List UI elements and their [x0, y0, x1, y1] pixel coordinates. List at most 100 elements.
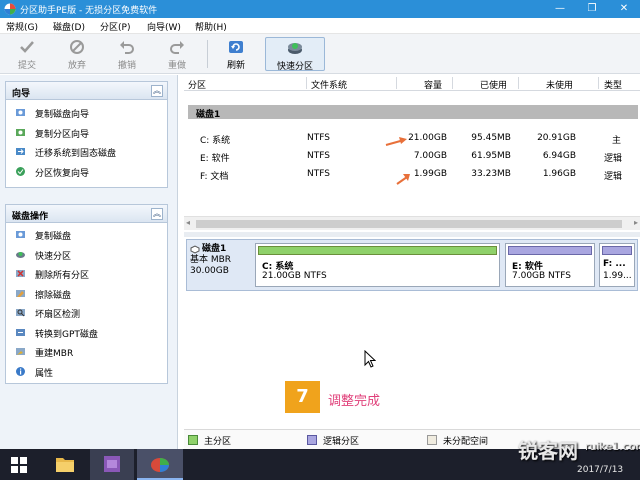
close-button[interactable]: ✕: [608, 0, 640, 18]
disk-op-label: 擦除磁盘: [35, 290, 72, 301]
cell-type: 逻辑: [604, 154, 623, 164]
quick-partition-button[interactable]: 快速分区: [265, 37, 325, 72]
wizard-item-copy-disk[interactable]: 复制磁盘向导: [6, 103, 167, 123]
partition-usage-bar: [258, 246, 497, 255]
check-icon: [20, 41, 34, 53]
disk-op-delete-all[interactable]: 删除所有分区: [6, 264, 167, 284]
partition-size: 21.00GB NTFS: [262, 271, 327, 281]
start-button[interactable]: [0, 449, 40, 480]
refresh-button[interactable]: 刷新: [216, 37, 256, 71]
disk-row[interactable]: 磁盘1: [188, 105, 638, 120]
cell-used: 33.23MB: [471, 169, 511, 179]
disk-card[interactable]: 磁盘1 基本 MBR 30.00GB C: 系统 21.00GB NTFS E:…: [186, 239, 638, 291]
col-type[interactable]: 类型: [604, 78, 622, 91]
disk-op-label: 转换到GPT磁盘: [35, 329, 98, 340]
disk-op-copy-disk[interactable]: 复制磁盘: [6, 225, 167, 245]
delete-icon: [16, 270, 25, 277]
disk-op-convert-gpt[interactable]: 转换到GPT磁盘: [6, 323, 167, 343]
scroll-left-icon[interactable]: ◂: [186, 218, 190, 227]
disk-op-rebuild-mbr[interactable]: 重建MBR: [6, 342, 167, 362]
partition-size: 7.00GB NTFS: [512, 271, 572, 281]
wizard-header: 向导 ︽: [6, 82, 167, 100]
partition-block-f[interactable]: F: ... 1.99...: [599, 243, 635, 287]
copy-partition-icon: [16, 128, 25, 136]
migrate-icon: [16, 148, 25, 155]
col-capacity[interactable]: 容量: [424, 78, 442, 91]
disk-op-properties[interactable]: 属性: [6, 362, 167, 382]
cell-filesystem: NTFS: [307, 133, 330, 143]
disk-op-quick-partition[interactable]: 快速分区: [6, 245, 167, 265]
left-panel: 向导 ︽ 复制磁盘向导 复制分区向导 迁移系统到固态磁盘 分区恢复向导 磁盘操作…: [0, 75, 178, 449]
table-row[interactable]: F: 文档 NTFS 1.99GB 33.23MB 1.96GB 逻辑: [184, 167, 640, 184]
taskbar-app-1[interactable]: [90, 449, 134, 480]
partition-block-e[interactable]: E: 软件 7.00GB NTFS: [505, 243, 595, 287]
menu-partition[interactable]: 分区(P): [100, 20, 130, 33]
undo-button[interactable]: 撤销: [107, 37, 147, 71]
taskbar-partition-assistant[interactable]: [137, 449, 183, 480]
disk-op-label: 快速分区: [35, 251, 72, 262]
cell-filesystem: NTFS: [307, 151, 330, 161]
wizard-item-copy-partition[interactable]: 复制分区向导: [6, 123, 167, 143]
col-used[interactable]: 已使用: [480, 78, 507, 91]
menu-help[interactable]: 帮助(H): [195, 20, 227, 33]
cell-used: 95.45MB: [471, 133, 511, 143]
properties-icon: [16, 366, 25, 376]
collapse-icon[interactable]: ︽: [151, 208, 163, 220]
partition-usage-bar: [602, 246, 632, 255]
disk-op-label: 删除所有分区: [35, 271, 90, 281]
scroll-right-icon[interactable]: ▸: [634, 218, 638, 227]
submit-label: 提交: [17, 61, 36, 71]
disk-row-label: 磁盘1: [196, 110, 221, 120]
wizard-section: 向导 ︽ 复制磁盘向导 复制分区向导 迁移系统到固态磁盘 分区恢复向导: [5, 81, 168, 188]
legend-label: 逻辑分区: [323, 437, 360, 447]
col-partition[interactable]: 分区: [188, 78, 206, 91]
taskbar-explorer[interactable]: [45, 449, 85, 480]
app-window: 分区助手PE版 - 无损分区免费软件 — ❐ ✕ 常规(G) 磁盘(D) 分区(…: [0, 0, 640, 449]
minimize-button[interactable]: —: [544, 0, 576, 18]
wizard-item-migrate-ssd[interactable]: 迁移系统到固态磁盘: [6, 142, 167, 162]
disk-op-wipe[interactable]: 擦除磁盘: [6, 284, 167, 304]
disk-op-label: 属性: [35, 368, 54, 379]
redo-button[interactable]: 重做: [157, 37, 197, 71]
menu-disk[interactable]: 磁盘(D): [53, 20, 85, 33]
restore-button[interactable]: ❐: [576, 0, 608, 18]
collapse-icon[interactable]: ︽: [151, 85, 163, 97]
cell-type: 逻辑: [604, 172, 623, 182]
discard-icon: [70, 40, 84, 54]
disk-op-bad-sector[interactable]: 坏扇区检测: [6, 303, 167, 323]
cell-partition: E: 软件: [200, 154, 230, 164]
disk-ops-header: 磁盘操作 ︽: [6, 205, 167, 223]
disk-icon: [190, 245, 200, 254]
menu-wizard[interactable]: 向导(W): [147, 20, 181, 33]
legend-label: 未分配空间: [443, 437, 489, 447]
disk-op-label: 重建MBR: [35, 349, 74, 359]
cell-free: 20.91GB: [537, 133, 576, 143]
toolbar: 提交 放弃 撤销 重做 刷新 快速分区: [0, 34, 640, 74]
partition-block-c[interactable]: C: 系统 21.00GB NTFS: [255, 243, 500, 287]
column-divider: [598, 77, 599, 89]
app-icon: [4, 3, 16, 15]
table-row[interactable]: E: 软件 NTFS 7.00GB 61.95MB 6.94GB 逻辑: [184, 149, 640, 166]
menu-general[interactable]: 常规(G): [6, 20, 38, 33]
col-free[interactable]: 未使用: [546, 78, 573, 91]
disk-map: 磁盘1 基本 MBR 30.00GB C: 系统 21.00GB NTFS E:…: [184, 237, 640, 429]
window-title: 分区助手PE版 - 无损分区免费软件: [20, 6, 158, 16]
col-filesystem[interactable]: 文件系统: [311, 78, 347, 91]
disk-ops-section: 磁盘操作 ︽ 复制磁盘 快速分区 删除所有分区 擦除磁盘 坏扇区检测 转换到GP…: [5, 204, 168, 384]
copy-disk-icon: [16, 109, 25, 116]
taskbar-date: 2017/7/13: [577, 465, 624, 475]
toolbar-separator: [207, 40, 208, 68]
cell-partition: C: 系统: [200, 136, 231, 146]
disk-name: 磁盘1: [190, 244, 252, 255]
horizontal-scrollbar[interactable]: ◂ ▸: [184, 216, 640, 230]
title-bar: 分区助手PE版 - 无损分区免费软件 — ❐ ✕: [0, 0, 640, 18]
table-row[interactable]: C: 系统 NTFS 21.00GB 95.45MB 20.91GB 主: [184, 131, 640, 148]
discard-button[interactable]: 放弃: [57, 37, 97, 71]
cell-capacity: 21.00GB: [408, 133, 447, 143]
legend-swatch: [307, 435, 317, 445]
submit-button[interactable]: 提交: [7, 37, 47, 71]
wizard-item-recovery[interactable]: 分区恢复向导: [6, 162, 167, 182]
legend-label: 主分区: [204, 437, 232, 447]
cell-free: 1.96GB: [542, 169, 576, 179]
scrollbar-thumb[interactable]: [196, 220, 622, 228]
